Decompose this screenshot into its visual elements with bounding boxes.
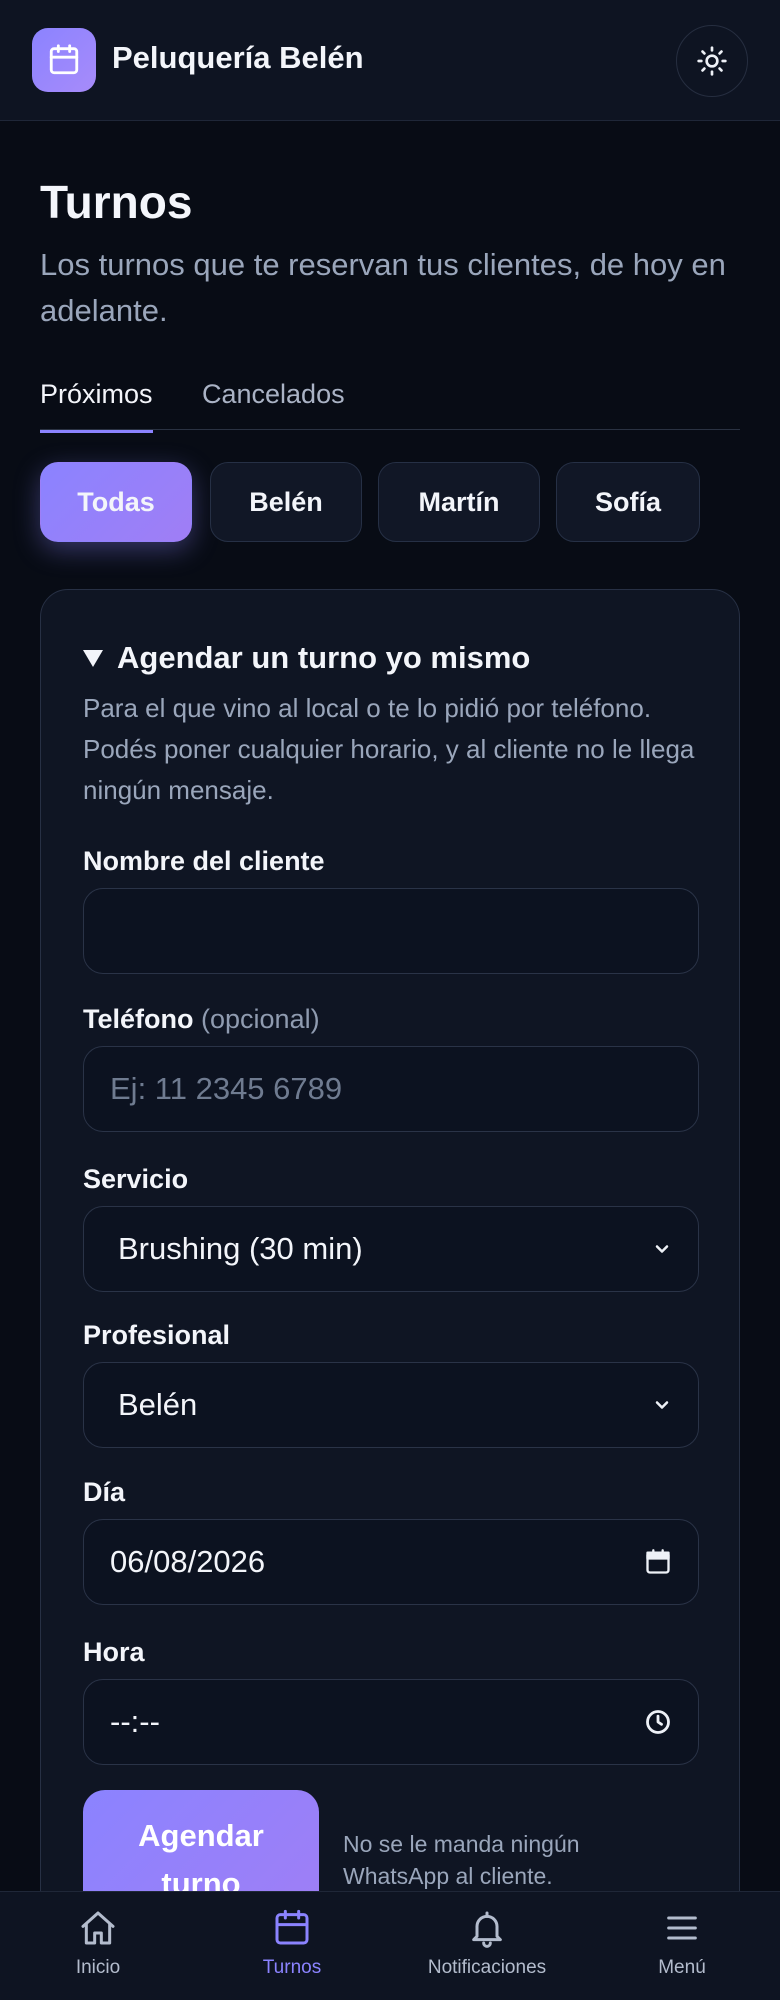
phone-placeholder: Ej: 11 2345 6789 <box>110 1071 343 1106</box>
professional-select[interactable]: Belén <box>83 1362 699 1448</box>
nav-notificaciones[interactable]: Notificaciones <box>407 1892 567 2000</box>
menu-icon <box>667 1916 697 1940</box>
client-name-input[interactable] <box>83 888 699 974</box>
schedule-note: No se le manda ningún WhatsApp al client… <box>343 1831 580 1889</box>
chevron-down-icon <box>652 1207 672 1291</box>
sun-icon <box>697 46 727 76</box>
filter-belen[interactable]: Belén <box>210 462 362 542</box>
nav-notificaciones-label: Notificaciones <box>427 1957 547 1978</box>
day-value: 06/08/2026 <box>110 1544 266 1579</box>
nav-inicio[interactable]: Inicio <box>48 1892 148 2000</box>
schedule-button-line1: Agendar <box>138 1818 264 1853</box>
tabs-bar: Próximos Cancelados <box>40 366 740 433</box>
app-logo <box>32 28 96 92</box>
disclosure-triangle-icon <box>83 649 103 667</box>
calendar-icon <box>275 1909 309 1945</box>
manual-booking-card: Agendar un turno yo mismo Para el que vi… <box>40 589 740 2000</box>
phone-label-text: Teléfono <box>83 1004 194 1034</box>
brand-name: Peluquería Belén <box>112 40 364 75</box>
bell-icon <box>472 1911 502 1948</box>
page-subtitle: Los turnos que te reservan tus clientes,… <box>40 247 726 328</box>
phone-optional-hint: (opcional) <box>201 1004 320 1034</box>
time-label: Hora <box>83 1637 145 1667</box>
phone-input[interactable]: Ej: 11 2345 6789 <box>83 1046 699 1132</box>
nav-turnos[interactable]: Turnos <box>242 1892 342 2000</box>
nav-menu-label: Menú <box>658 1957 706 1978</box>
nav-menu[interactable]: Menú <box>632 1892 732 2000</box>
professional-value: Belén <box>118 1387 198 1422</box>
manual-booking-summary[interactable]: Agendar un turno yo mismo <box>83 638 530 678</box>
service-value: Brushing (30 min) <box>118 1231 363 1266</box>
home-icon <box>81 1911 115 1945</box>
tab-cancelados[interactable]: Cancelados <box>202 374 345 414</box>
service-label: Servicio <box>83 1164 189 1194</box>
phone-label: Teléfono (opcional) <box>83 1001 320 1037</box>
filter-todas[interactable]: Todas <box>40 462 192 542</box>
day-input[interactable]: 06/08/2026 <box>83 1519 699 1605</box>
chevron-down-icon <box>652 1363 672 1447</box>
page-title: Turnos <box>40 176 193 228</box>
day-label: Día <box>83 1477 126 1507</box>
clock-icon[interactable] <box>644 1680 672 1764</box>
professional-label: Profesional <box>83 1320 231 1350</box>
time-value: --:-- <box>110 1704 160 1739</box>
filter-martin[interactable]: Martín <box>378 462 540 542</box>
top-header: Peluquería Belén <box>0 0 780 121</box>
theme-toggle-button[interactable] <box>676 25 748 97</box>
manual-booking-description: Para el que vino al local o te lo pidió … <box>83 693 695 805</box>
calendar-icon <box>49 44 79 75</box>
filter-sofia[interactable]: Sofía <box>556 462 700 542</box>
client-name-label: Nombre del cliente <box>83 846 325 876</box>
app-page: Peluquería Belén Turnos Los turnos que t… <box>0 0 780 2000</box>
bottom-nav: Inicio Turnos Notificaciones Menú <box>0 1891 780 2000</box>
summary-label: Agendar un turno yo mismo <box>117 640 531 675</box>
service-select[interactable]: Brushing (30 min) <box>83 1206 699 1292</box>
time-input[interactable]: --:-- <box>83 1679 699 1765</box>
calendar-picker-icon[interactable] <box>644 1520 672 1604</box>
tab-proximos[interactable]: Próximos <box>40 374 153 433</box>
nav-turnos-label: Turnos <box>262 1957 322 1978</box>
nav-inicio-label: Inicio <box>75 1957 121 1978</box>
